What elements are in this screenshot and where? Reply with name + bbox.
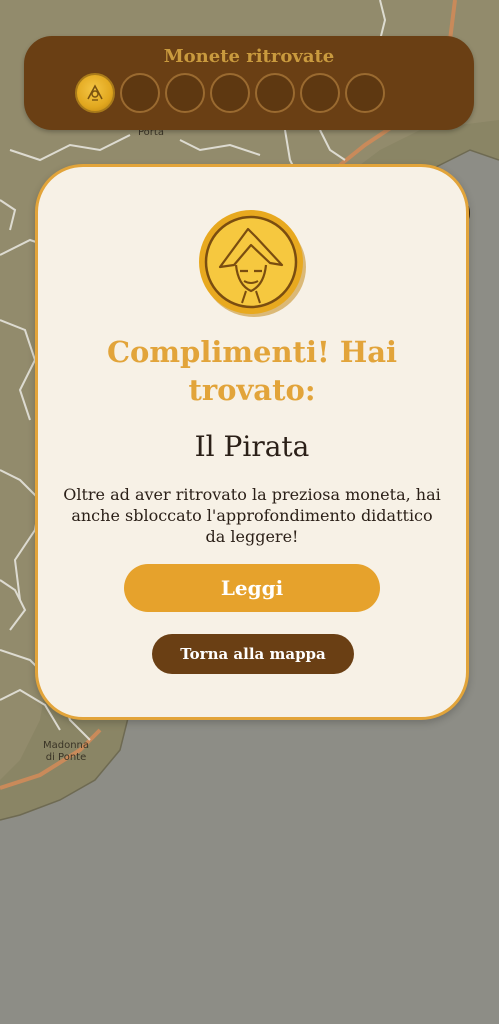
read-button[interactable]: Leggi: [124, 564, 380, 612]
map-label-line: di Ponte: [45, 752, 87, 763]
coin-slot-empty: [255, 73, 295, 113]
coin-slot-found[interactable]: [75, 73, 115, 113]
coin-slot-empty: [120, 73, 160, 113]
map-label-line: Madonna: [42, 740, 90, 751]
back-to-map-button[interactable]: Torna alla mappa: [152, 634, 354, 674]
coin-found-dialog: Complimenti! Hai trovato: Il Pirata Oltr…: [35, 164, 469, 720]
map-label-madonna-di-ponte: Madonna di Ponte: [36, 740, 96, 764]
coin-slot-empty: [345, 73, 385, 113]
dialog-heading: Complimenti! Hai trovato:: [106, 335, 398, 407]
coin-slot-empty: [210, 73, 250, 113]
character-name: Il Pirata: [194, 430, 310, 463]
found-coins-bar: Monete ritrovate: [24, 36, 474, 130]
coin-slot-empty: [300, 73, 340, 113]
coin-slots: [75, 73, 385, 113]
pirate-coin-icon: [199, 210, 306, 317]
found-coins-title: Monete ritrovate: [163, 46, 335, 67]
pirate-coin-icon: [87, 84, 103, 101]
dialog-description: Oltre ad aver ritrovato la preziosa mone…: [63, 485, 441, 546]
coin-slot-empty: [165, 73, 205, 113]
